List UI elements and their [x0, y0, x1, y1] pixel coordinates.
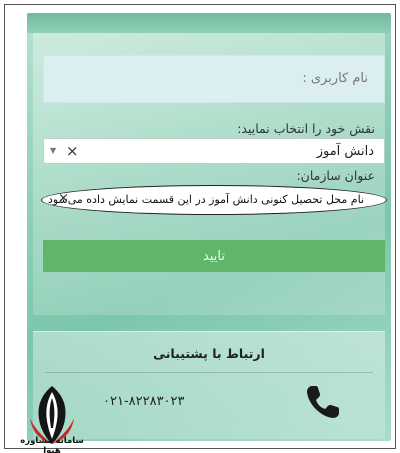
role-selected-value: دانش آموز — [316, 144, 374, 159]
close-icon[interactable]: × — [66, 142, 79, 160]
organization-value: نام محل تحصیل کنونی دانش آموز در این قسم… — [47, 193, 364, 206]
organization-label: عنوان سازمان: — [296, 168, 375, 183]
screenshot-frame: نام کاربری : نقش خود را انتخاب نمایید: د… — [4, 4, 396, 449]
login-form: نام کاربری : نقش خود را انتخاب نمایید: د… — [33, 33, 387, 315]
support-title: ارتباط با پشتیبانی — [153, 346, 265, 361]
organization-field[interactable]: نام محل تحصیل کنونی دانش آموز در این قسم… — [41, 185, 387, 215]
role-label: نقش خود را انتخاب نمایید: — [237, 121, 375, 136]
username-input[interactable]: نام کاربری : — [43, 55, 385, 103]
submit-button[interactable]: تایید — [43, 240, 385, 272]
panel-header-band — [27, 13, 391, 33]
chevron-down-icon[interactable]: ▼ — [50, 146, 56, 155]
login-panel: نام کاربری : نقش خود را انتخاب نمایید: د… — [27, 13, 391, 441]
logo-text: سامانه مشاوره هیوا — [20, 436, 84, 453]
divider — [45, 372, 373, 373]
phone-icon[interactable] — [303, 382, 343, 422]
role-select[interactable]: دانش آموز × ▼ — [43, 138, 385, 164]
support-phone-number[interactable]: ۰۲۱-۸۲۲۸۳۰۲۳ — [103, 394, 185, 409]
close-icon[interactable]: × — [58, 191, 69, 206]
